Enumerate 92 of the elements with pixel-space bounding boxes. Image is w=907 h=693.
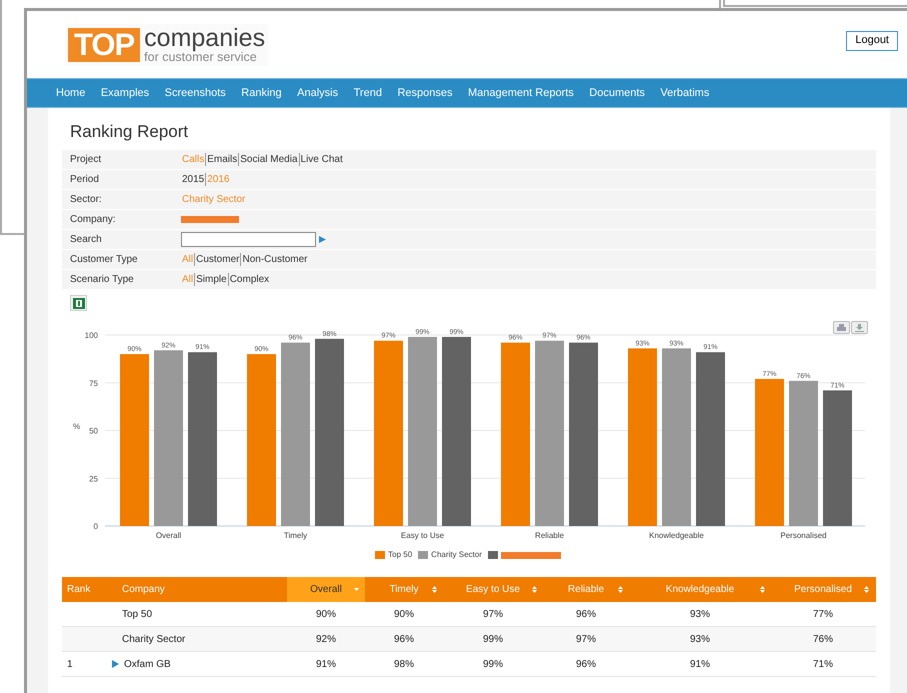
sort-icon <box>532 586 537 593</box>
y-axis-label: % <box>73 422 80 431</box>
x-axis-label: Easy to Use <box>400 531 444 540</box>
column-header[interactable]: Timely <box>365 577 443 602</box>
nav-link[interactable]: Home <box>56 84 86 102</box>
logout-button[interactable]: Logout <box>846 30 898 50</box>
filter-option[interactable]: Simple <box>195 272 228 287</box>
filter-option[interactable]: 2016 <box>206 172 230 187</box>
search-field[interactable] <box>181 232 316 247</box>
filter-option[interactable]: Calls <box>181 152 206 167</box>
download-button[interactable] <box>851 321 868 334</box>
nav-link[interactable]: Documents <box>589 84 645 102</box>
table-cell-text: 92% <box>316 632 336 646</box>
nav-link[interactable]: Examples <box>100 84 150 102</box>
table-cell-text: 96% <box>576 658 596 672</box>
table-cell-text: 91% <box>316 658 336 672</box>
table-cell-text: Charity Sector <box>122 632 186 646</box>
x-axis-label: Personalised <box>780 531 827 540</box>
print-button[interactable] <box>833 321 850 334</box>
x-axis-label: Knowledgeable <box>649 531 704 540</box>
column-header[interactable]: Personalised <box>771 577 875 602</box>
spreadsheet-icon <box>72 298 84 308</box>
x-axis-label: Timely <box>284 531 308 540</box>
column-header[interactable]: Reliable <box>543 577 629 602</box>
nav-link[interactable]: Verbatims <box>660 84 710 102</box>
nav-link[interactable]: Screenshots <box>164 84 226 102</box>
x-axis-label: Overall <box>156 531 182 540</box>
page-title: Ranking Report <box>69 122 190 142</box>
printer-icon <box>837 324 846 332</box>
column-header: Rank <box>66 583 92 597</box>
redaction-bar <box>181 216 239 223</box>
table-cell-text: 93% <box>690 608 710 622</box>
filter-option[interactable]: Non-Customer <box>241 252 309 267</box>
filter-option[interactable]: Social Media <box>239 152 299 167</box>
sort-icon <box>618 586 623 593</box>
nav-link[interactable]: Ranking <box>241 84 282 102</box>
filter-label: Customer Type <box>69 253 139 267</box>
filter-option[interactable]: Customer <box>195 252 240 267</box>
sort-icon <box>432 586 437 593</box>
table-cell-text: Top 50 <box>122 608 152 622</box>
table-cell-text: 71% <box>812 658 833 672</box>
table-cell-text: 90% <box>394 608 414 622</box>
filter-option[interactable]: Charity Sector <box>181 192 246 207</box>
nav-link[interactable]: Analysis <box>297 84 338 102</box>
table-cell-text: 97% <box>576 632 596 646</box>
table-cell-text: 98% <box>394 658 414 672</box>
table-cell-text: 77% <box>812 608 833 622</box>
column-header: Company <box>121 583 166 597</box>
filter-label: Period <box>69 173 100 187</box>
filter-option[interactable]: 2015 <box>181 172 206 187</box>
redaction-bar <box>500 552 561 558</box>
legend-label: Charity Sector <box>431 549 482 561</box>
y-tick-label: 25 <box>89 474 98 484</box>
y-tick-label: 75 <box>89 378 98 388</box>
caret-down-icon <box>354 588 359 591</box>
table-cell-text: 97% <box>482 608 503 622</box>
nav-link[interactable]: Management Reports <box>468 84 574 102</box>
table-cell-text: 93% <box>690 632 710 646</box>
excel-export-button[interactable] <box>70 295 87 311</box>
table-cell-text: 96% <box>394 632 414 646</box>
sort-icon <box>760 586 765 593</box>
filter-option[interactable]: All <box>181 272 194 287</box>
expand-icon[interactable] <box>112 660 119 668</box>
filter-option[interactable]: Complex <box>228 272 270 287</box>
table-cell-text: 1 <box>67 658 73 672</box>
download-icon <box>855 324 864 332</box>
filter-label: Company: <box>69 213 117 227</box>
filter-label: Sector: <box>69 193 103 207</box>
nav-link[interactable]: Responses <box>397 84 452 102</box>
table-cell-text: 96% <box>576 608 596 622</box>
filter-label: Scenario Type <box>69 273 135 287</box>
y-tick-label: 50 <box>89 426 98 436</box>
table-cell-text: 76% <box>812 632 833 646</box>
x-axis-label: Reliable <box>535 531 564 540</box>
column-header[interactable]: Easy to Use <box>443 577 543 602</box>
y-tick-label: 100 <box>84 331 98 340</box>
filter-option[interactable]: All <box>181 252 194 267</box>
legend-label: Top 50 <box>388 549 412 561</box>
table-cell-text: Oxfam GB <box>124 658 171 672</box>
filter-option[interactable]: Live Chat <box>300 152 344 167</box>
nav-link[interactable]: Trend <box>354 84 382 102</box>
filter-label: Search <box>69 233 103 247</box>
table-cell-text: 99% <box>482 632 503 646</box>
filter-option[interactable]: Emails <box>206 152 238 167</box>
filter-label: Project <box>69 153 102 167</box>
table-cell-text: 90% <box>316 608 336 622</box>
column-header[interactable]: Knowledgeable <box>629 577 771 602</box>
column-header[interactable]: Overall <box>287 577 365 602</box>
table-cell-text: 99% <box>482 658 503 672</box>
table-cell-text: 91% <box>690 658 710 672</box>
y-tick-label: 0 <box>94 522 98 531</box>
sort-icon <box>864 586 869 593</box>
